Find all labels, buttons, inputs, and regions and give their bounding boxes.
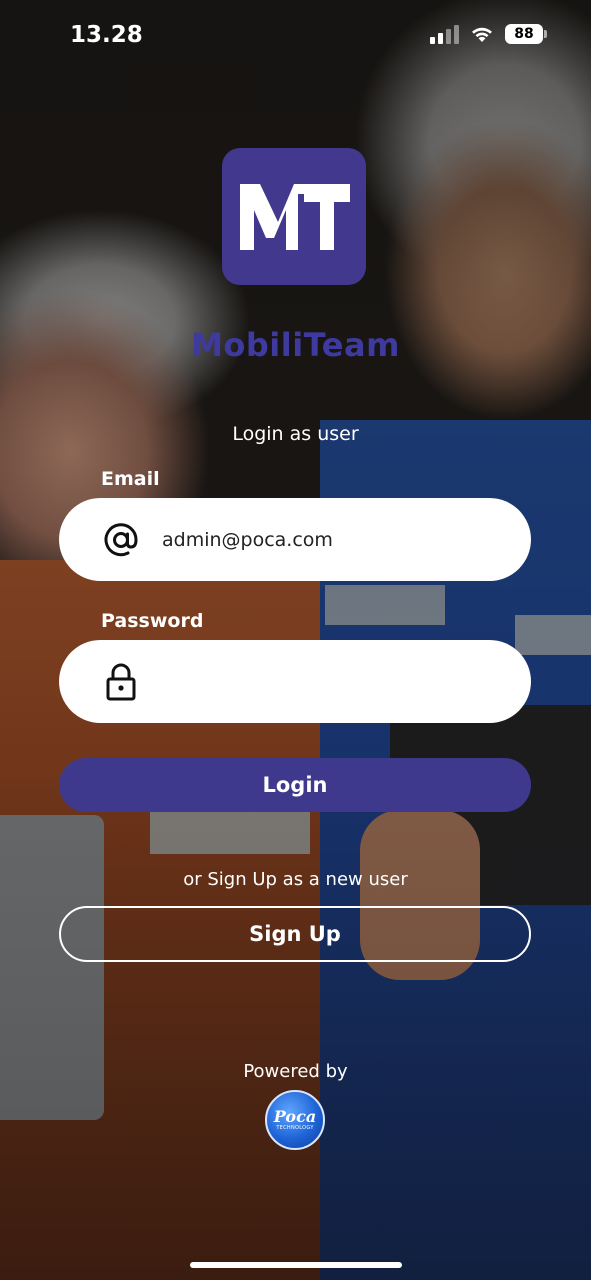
app-logo [222, 148, 366, 285]
lock-icon [101, 662, 141, 702]
email-label: Email [101, 468, 160, 490]
password-label: Password [101, 610, 204, 632]
company-logo-text: Poca [273, 1107, 317, 1126]
cellular-signal-icon [430, 24, 459, 44]
signup-prompt: or Sign Up as a new user [183, 869, 408, 890]
email-field[interactable] [59, 498, 531, 581]
company-logo-subtext: TECHNOLOGY [276, 1125, 314, 1131]
login-button[interactable]: Login [59, 758, 531, 812]
powered-by-text: Powered by [243, 1061, 348, 1082]
app-logo-mark [240, 183, 350, 250]
status-time: 13.28 [70, 22, 143, 48]
app-name: MobiliTeam [191, 326, 400, 364]
company-logo: Poca TECHNOLOGY [265, 1090, 325, 1150]
at-sign-icon [101, 520, 141, 560]
battery-icon: 88 [505, 24, 547, 44]
login-subtitle: Login as user [232, 423, 359, 445]
email-input[interactable] [162, 528, 492, 551]
wifi-icon [472, 27, 492, 42]
password-input[interactable] [162, 670, 492, 693]
signup-button[interactable]: Sign Up [59, 906, 531, 962]
status-indicators: 88 [430, 24, 547, 44]
home-indicator[interactable] [190, 1262, 402, 1268]
password-field[interactable] [59, 640, 531, 723]
